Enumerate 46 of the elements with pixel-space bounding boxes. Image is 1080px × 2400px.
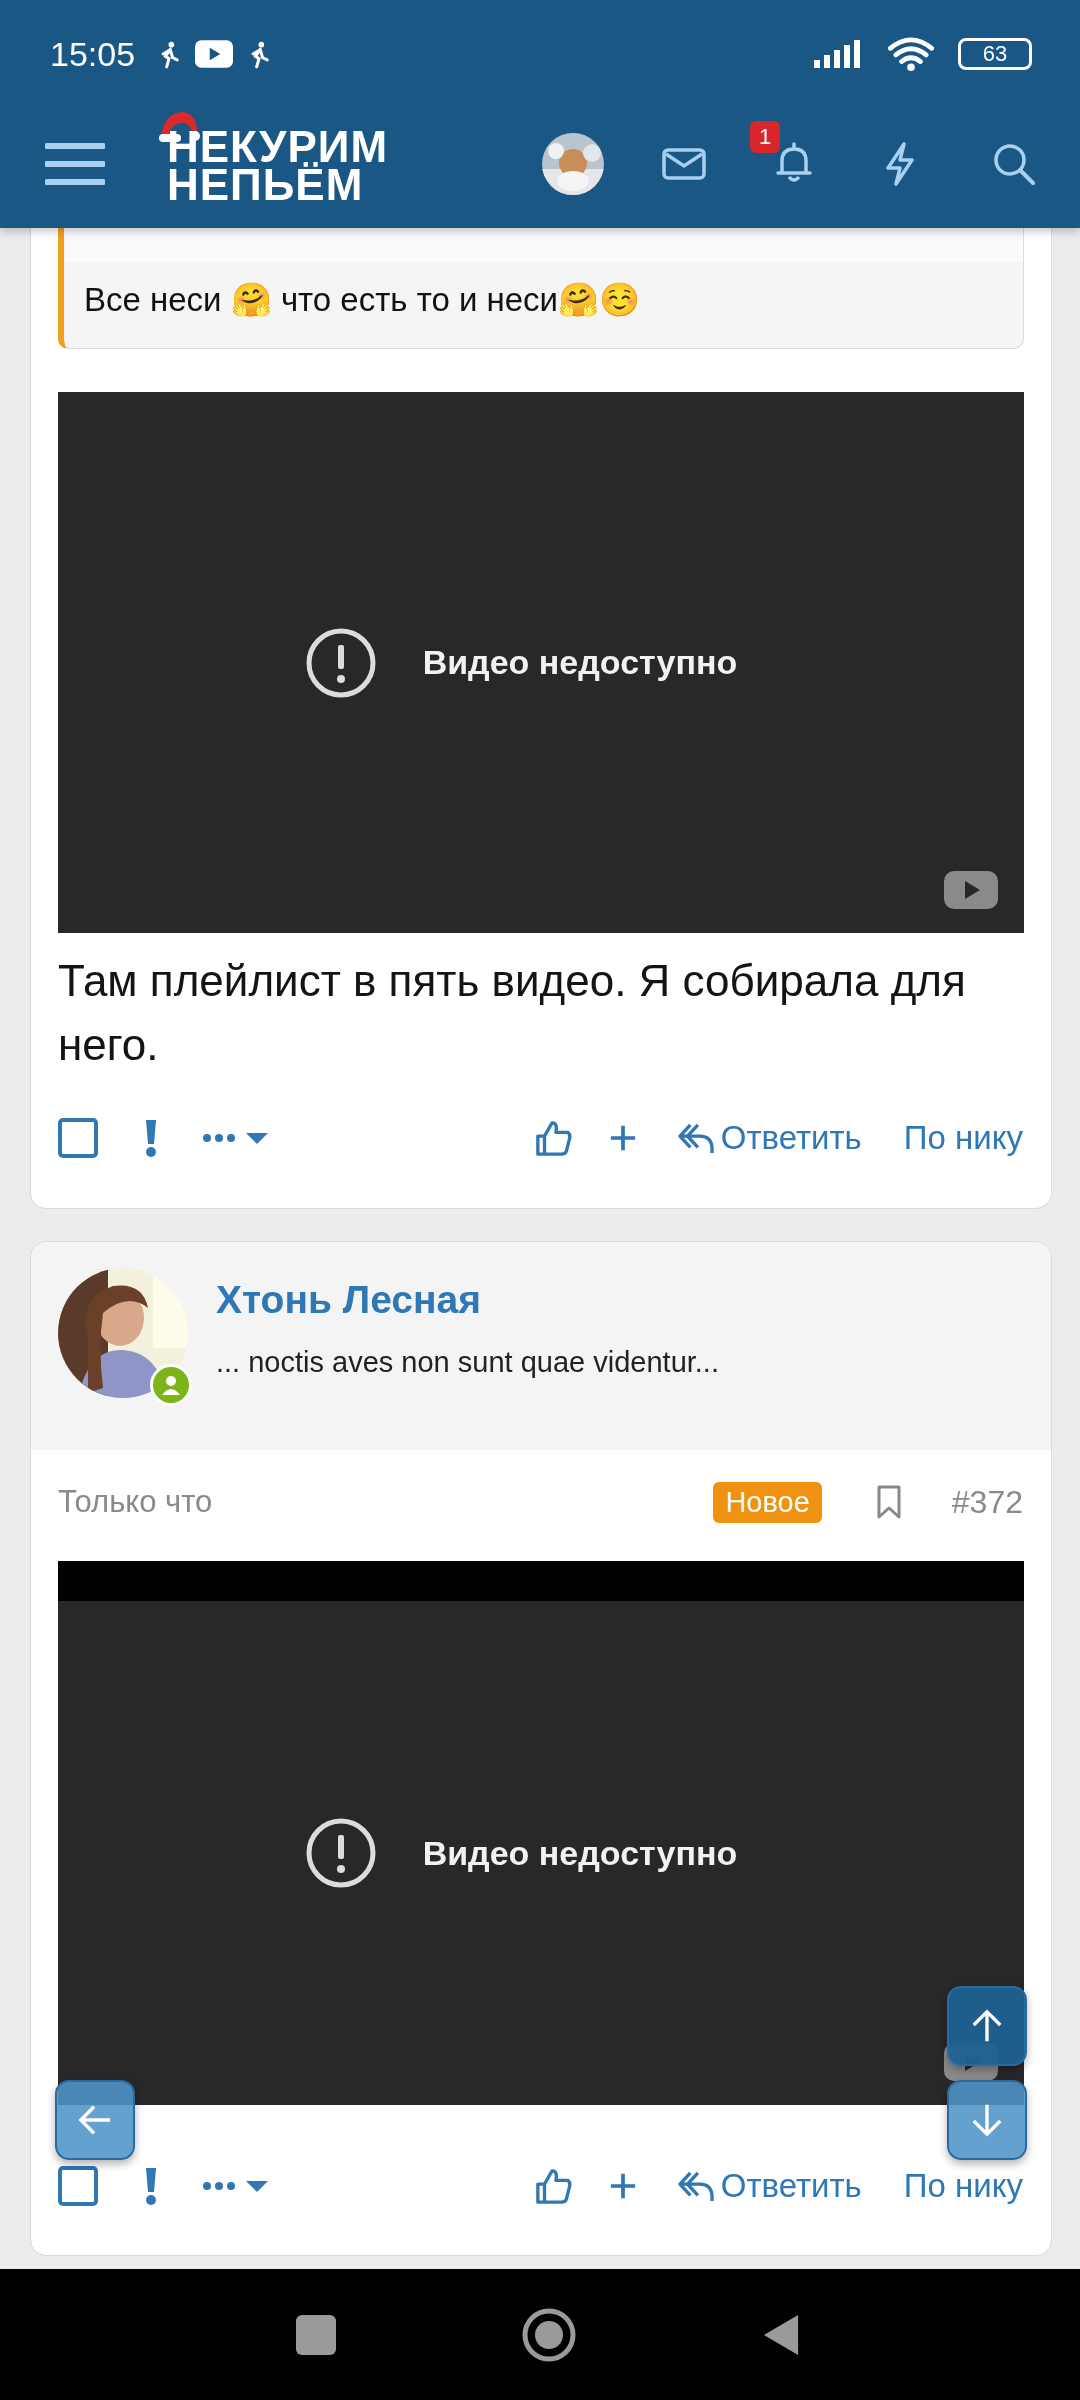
thumbs-up-icon[interactable]: [534, 2167, 573, 2205]
video-player[interactable]: Видео недоступно: [58, 392, 1024, 933]
checkbox[interactable]: [58, 1118, 98, 1158]
author-status: ... noctis aves non sunt quae videntur...: [216, 1346, 719, 1379]
bell-icon[interactable]: [774, 141, 814, 183]
home-button[interactable]: [522, 2307, 576, 2362]
search-icon[interactable]: [992, 142, 1036, 186]
play-logo-icon: [944, 871, 998, 909]
by-nick-link[interactable]: По нику: [903, 2167, 1023, 2205]
thumbs-up-icon[interactable]: [534, 1119, 573, 1157]
post-text: Там плейлист в пять видео. Я собирала для него.: [58, 955, 967, 1071]
signal-icon: [814, 40, 862, 68]
plus-icon[interactable]: [608, 2172, 637, 2200]
menu-icon[interactable]: [45, 140, 105, 188]
video-player[interactable]: Видео недоступно: [58, 1561, 1024, 2105]
bookmark-icon[interactable]: [875, 1484, 902, 1520]
quote-text: Все неси 🤗 что есть то и неси🤗☺: [83, 280, 642, 319]
scroll-up-button[interactable]: [947, 1986, 1027, 2066]
checkbox[interactable]: [58, 2166, 98, 2206]
recent-apps-button[interactable]: [296, 2314, 336, 2355]
scroll-down-button[interactable]: [947, 2080, 1027, 2160]
back-button[interactable]: [55, 2080, 135, 2160]
reply-arrow-icon: [676, 2169, 715, 2203]
report-icon[interactable]: [144, 1118, 158, 1158]
by-nick-link[interactable]: По нику: [903, 1119, 1023, 1157]
plus-icon[interactable]: [608, 1124, 637, 1152]
video-unavailable-message: Видео недоступно: [422, 643, 738, 682]
battery-icon: 63: [958, 38, 1032, 70]
author-name[interactable]: Хтонь Лесная: [216, 1278, 719, 1322]
exclamation-circle-icon: [304, 626, 377, 699]
wifi-icon: [888, 37, 934, 71]
reply-button[interactable]: Ответить: [676, 2167, 862, 2205]
reply-button[interactable]: Ответить: [676, 1119, 862, 1157]
notification-count: 1: [750, 121, 780, 153]
clock-time: 15:05: [50, 34, 136, 74]
lightning-icon[interactable]: [884, 142, 916, 186]
video-play-icon: [195, 40, 234, 68]
post-number[interactable]: #372: [951, 1483, 1023, 1521]
mail-icon[interactable]: [662, 148, 706, 180]
new-badge: Новое: [713, 1481, 822, 1523]
back-nav-button[interactable]: [762, 2312, 800, 2357]
reply-arrow-icon: [676, 1121, 715, 1155]
video-unavailable-message: Видео недоступно: [422, 1833, 738, 1873]
report-icon[interactable]: [144, 2166, 158, 2206]
post-time[interactable]: Только что: [58, 1484, 213, 1520]
exclamation-circle-icon: [304, 1817, 377, 1889]
